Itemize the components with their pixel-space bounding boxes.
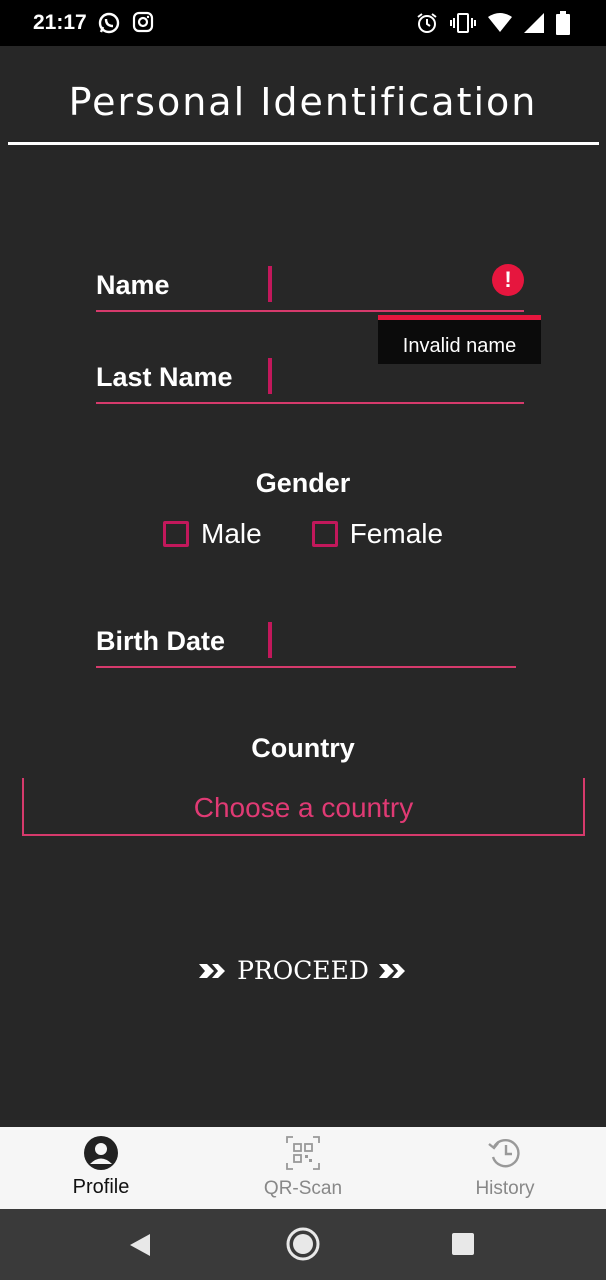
profile-icon [84,1136,118,1170]
female-checkbox[interactable] [311,521,338,547]
status-time: 21:17 [33,11,87,34]
gender-title: Gender [255,468,351,498]
signal-icon [524,13,544,33]
name-field[interactable]: Name [96,262,524,312]
last-name-label: Last Name [96,362,233,392]
gender-male-option[interactable]: Male [163,518,262,550]
title-divider [8,142,599,145]
error-icon: ! [492,264,524,296]
back-icon[interactable] [128,1233,152,1257]
last-name-field[interactable]: Last Name [96,354,524,404]
gender-female-option[interactable]: Female [311,518,444,550]
page-title: Personal Identification [68,80,538,124]
nav-qr-scan-label: QR-Scan [263,1178,343,1199]
proceed-button[interactable]: PROCEED [0,956,606,985]
instagram-icon [132,11,154,33]
nav-qr-scan[interactable]: QR-Scan [202,1127,404,1209]
nav-profile[interactable]: Profile [0,1127,202,1209]
female-label: Female [349,518,444,549]
wifi-icon [488,13,512,32]
double-arrow-icon [199,963,226,978]
qr-icon [286,1136,320,1170]
history-icon [488,1139,520,1168]
double-arrow-icon [378,963,405,978]
alarm-icon [417,13,437,33]
nav-history-label: History [475,1178,535,1199]
battery-icon [556,11,570,35]
system-navigation-bar [0,1209,606,1280]
country-title: Country [251,733,355,763]
birth-date-input[interactable] [270,621,490,657]
nav-profile-label: Profile [72,1176,130,1198]
male-checkbox[interactable] [163,521,189,547]
last-name-input[interactable] [270,357,490,393]
name-label: Name [96,270,170,300]
bottom-navigation: Profile QR-Scan History [0,1127,606,1209]
home-icon[interactable] [285,1226,321,1262]
birth-date-label: Birth Date [96,626,226,656]
gender-options: Male Female [163,518,443,550]
country-placeholder: Choose a country [193,792,414,823]
whatsapp-icon [98,12,120,34]
status-bar: 21:17 [0,0,606,46]
name-input[interactable] [270,265,490,301]
recents-icon[interactable] [452,1233,474,1255]
nav-history[interactable]: History [404,1127,606,1209]
country-select[interactable]: Choose a country [22,778,585,836]
vibrate-icon [450,13,476,33]
birth-date-field[interactable]: Birth Date [96,618,516,668]
proceed-label: PROCEED [237,956,369,985]
male-label: Male [201,518,262,549]
